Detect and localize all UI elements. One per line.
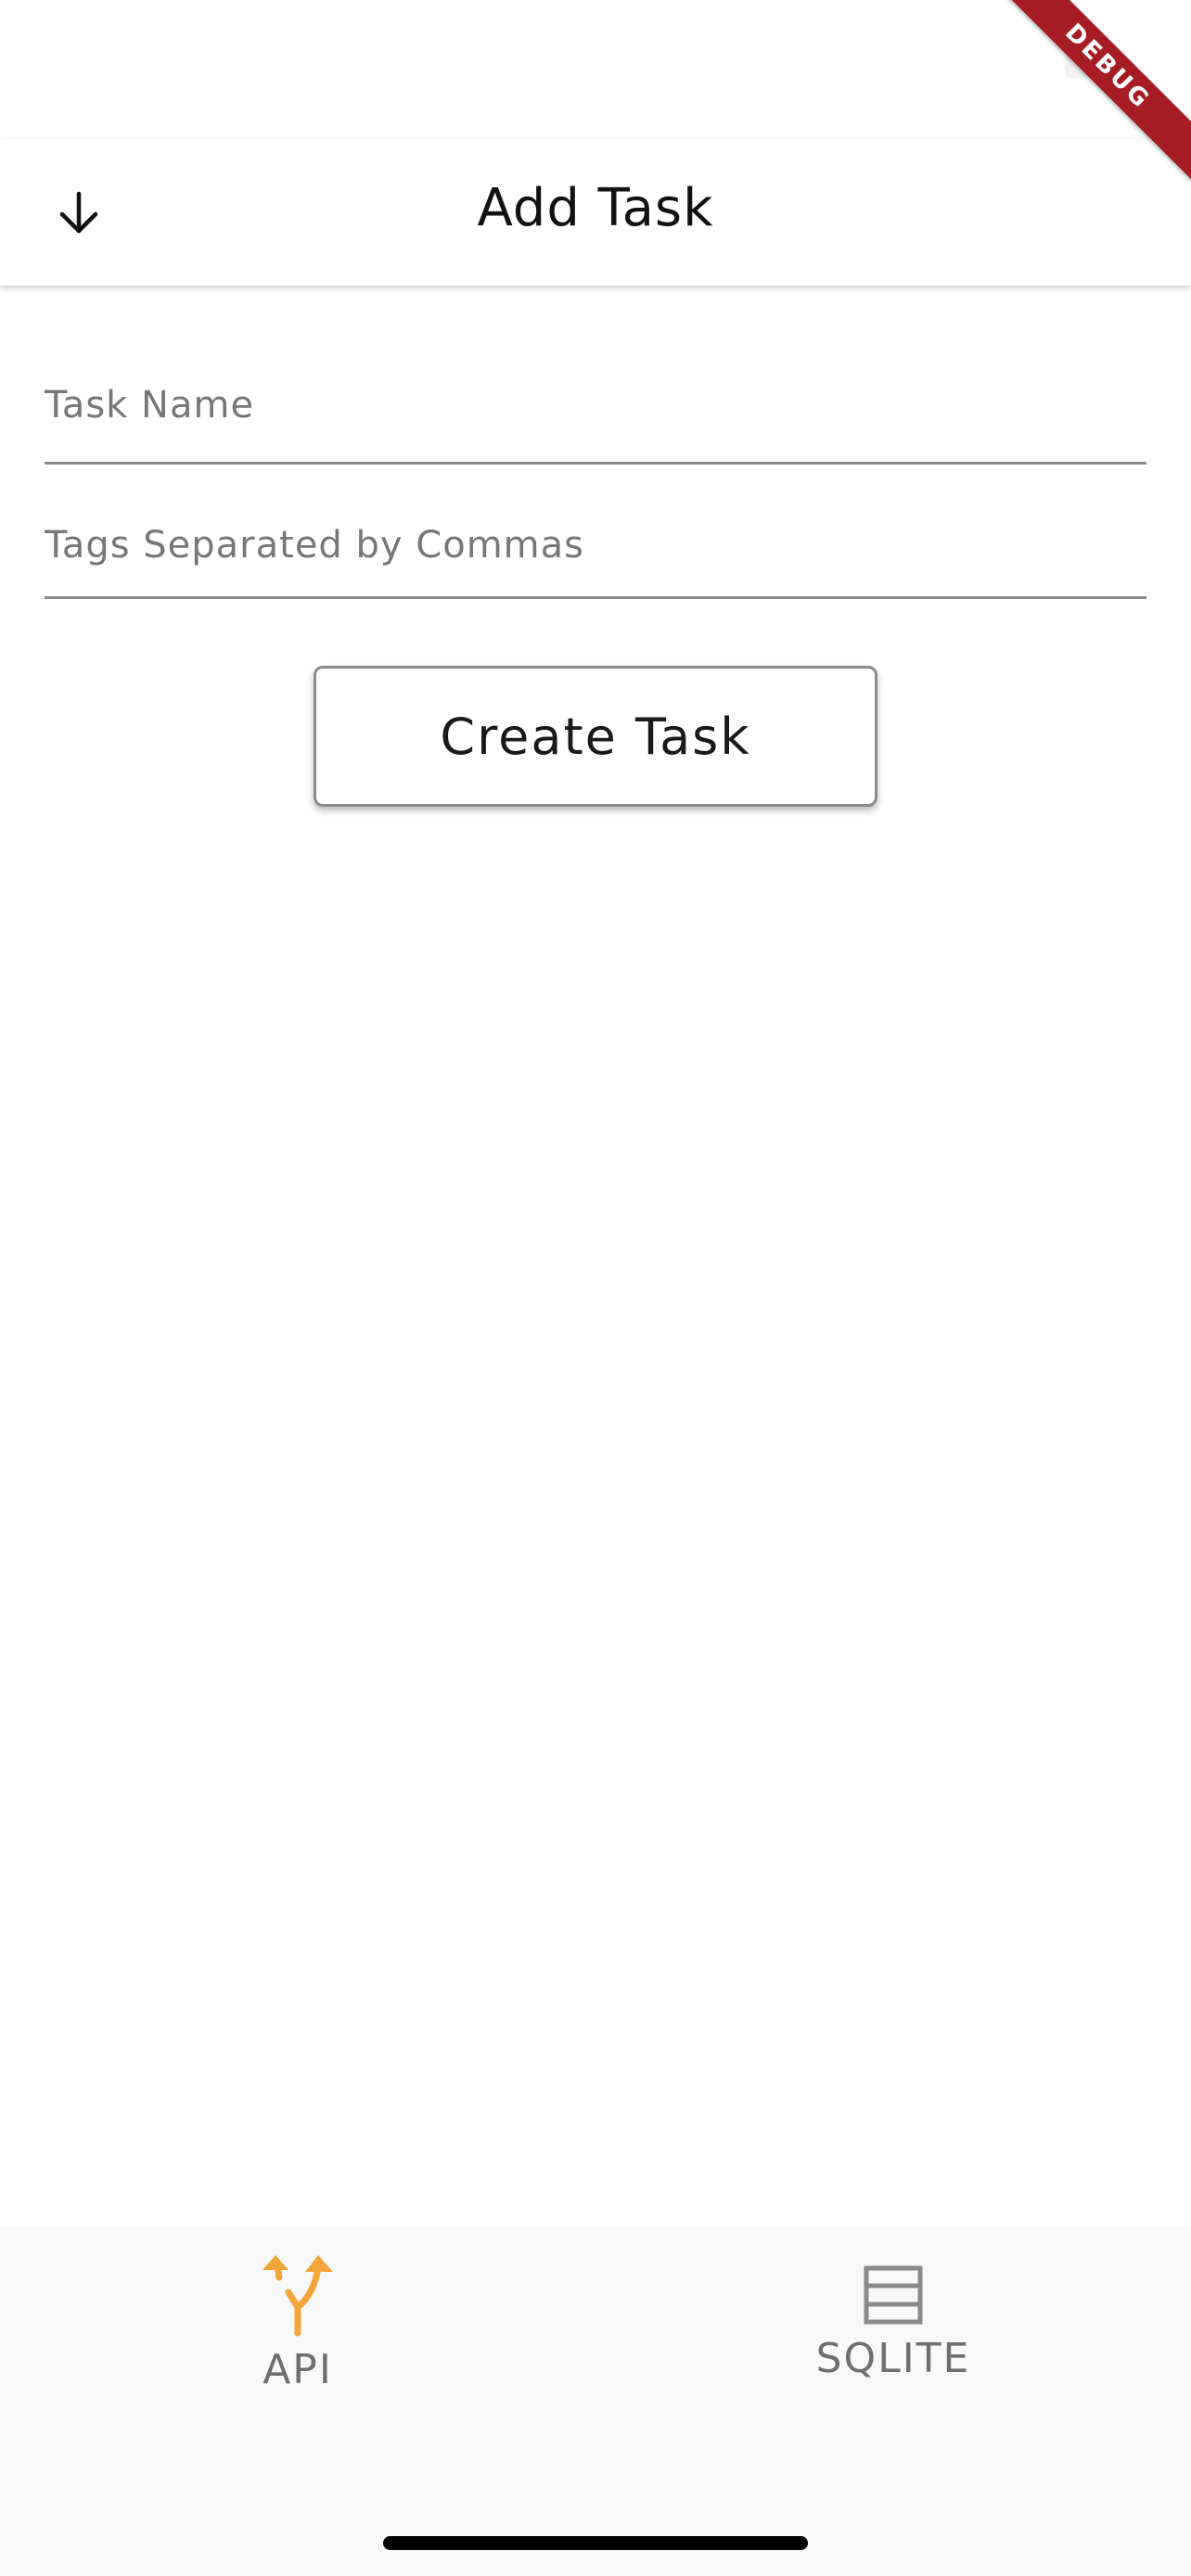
tags-field	[45, 465, 1146, 599]
status-indicator	[1065, 54, 1106, 78]
nav-item-api[interactable]: API	[0, 2227, 596, 2413]
task-name-input[interactable]	[45, 373, 1146, 438]
database-icon	[863, 2264, 924, 2329]
home-indicator[interactable]	[383, 2536, 808, 2550]
app-bar: Add Task	[0, 139, 1191, 286]
page-title: Add Task	[477, 178, 714, 238]
bottom-navigation: API SQLITE	[0, 2227, 1191, 2576]
nav-label-api: API	[263, 2346, 333, 2393]
create-task-button[interactable]: Create Task	[314, 666, 877, 807]
tags-input[interactable]	[45, 513, 1146, 578]
status-bar	[0, 0, 1191, 139]
fork-icon	[259, 2253, 337, 2342]
screen: DEBUG Add Task Create Task	[0, 0, 1191, 2576]
nav-label-sqlite: SQLITE	[815, 2335, 971, 2382]
nav-item-sqlite[interactable]: SQLITE	[596, 2227, 1191, 2413]
add-task-form	[45, 286, 1146, 599]
task-name-field	[45, 286, 1146, 465]
